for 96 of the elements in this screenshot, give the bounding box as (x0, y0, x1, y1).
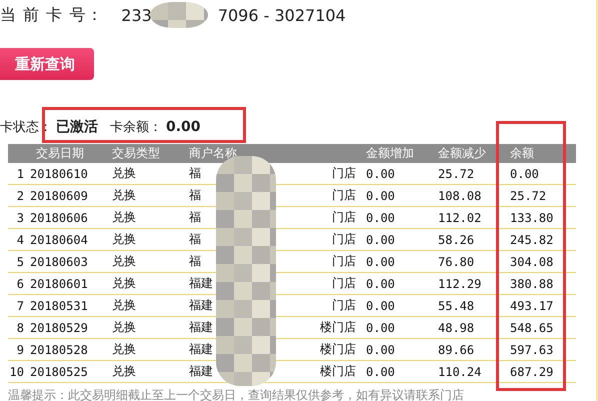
card-number-start: 233 (121, 6, 152, 24)
merchant-cell: 门店 (332, 165, 356, 182)
column-header: 余额 (509, 145, 535, 162)
increase-cell-text: 0.00 (365, 364, 396, 378)
merchant-cell-text: 福 (188, 231, 201, 248)
row-index: 4 (16, 232, 25, 246)
merchant-cell-text: 福建 (188, 341, 213, 358)
decrease-cell-text: 110.24 (437, 364, 482, 378)
increase-cell-text: 0.00 (365, 276, 396, 290)
date-cell-text: 20180610 (30, 166, 89, 180)
date-cell-text: 20180528 (30, 342, 89, 356)
merchant-cell-text: 福 (188, 209, 201, 226)
increase-cell-text: 0.00 (365, 210, 396, 224)
merchant-cell: 楼门店 (320, 363, 356, 380)
merchant-cell: 楼门店 (320, 341, 356, 358)
status-value: 已激活 (56, 118, 98, 136)
type-cell-text: 兑换 (111, 209, 137, 226)
decrease-cell-text: 112.02 (437, 210, 482, 224)
column-header: 商户名称 (188, 145, 238, 162)
date-cell-text: 20180601 (30, 276, 89, 290)
merchant-cell-text: 福 (188, 165, 201, 182)
balance-cell-text: 548.65 (509, 320, 554, 334)
balance-cell-text: 380.88 (509, 276, 554, 290)
row-index: 10 (8, 364, 25, 378)
type-cell-text: 兑换 (111, 363, 137, 380)
card-number-label: 当 前 卡 号： (0, 4, 104, 26)
merchant-cell: 楼门店 (320, 319, 356, 336)
balance-cell-text: 133.80 (509, 210, 554, 224)
decrease-cell-text: 25.72 (437, 166, 476, 180)
status-label: 卡状态： (0, 119, 52, 136)
merchant-cell: 门店 (332, 187, 356, 204)
balance-cell-text: 0.00 (509, 166, 540, 180)
type-cell-text: 兑换 (111, 275, 137, 292)
merchant-cell-text: 福建 (188, 319, 213, 336)
balance-cell-text: 304.08 (509, 254, 554, 268)
increase-cell-text: 0.00 (365, 166, 396, 180)
decrease-cell-text: 76.80 (437, 254, 476, 268)
date-cell-text: 20180531 (30, 298, 89, 312)
date-cell-text: 20180604 (30, 232, 89, 246)
balance-cell-text: 597.63 (509, 342, 554, 356)
balance-cell-text: 687.29 (509, 364, 554, 378)
type-cell-text: 兑换 (111, 187, 137, 204)
increase-cell-text: 0.00 (365, 298, 396, 312)
date-cell-text: 20180609 (30, 188, 89, 202)
date-cell-text: 20180529 (30, 320, 89, 334)
increase-cell-text: 0.00 (365, 232, 396, 246)
increase-cell-text: 0.00 (365, 188, 396, 202)
card-number-end: 7096 - 3027104 (218, 6, 346, 24)
balance-cell-text: 245.82 (509, 232, 554, 246)
balance-cell-text: 493.17 (509, 298, 554, 312)
column-header: 金额增加 (365, 145, 415, 162)
balance-value: 0.00 (166, 119, 201, 135)
type-cell-text: 兑换 (111, 165, 137, 182)
increase-cell-text: 0.00 (365, 320, 396, 334)
row-index: 5 (16, 254, 25, 268)
decrease-cell-text: 108.08 (437, 188, 482, 202)
column-header: 交易类型 (111, 145, 161, 162)
merchant-cell-text: 福 (188, 253, 201, 270)
type-cell-text: 兑换 (111, 253, 137, 270)
requery-button[interactable]: 重新查询 (0, 48, 94, 80)
row-index: 8 (16, 320, 25, 334)
row-index: 7 (16, 298, 25, 312)
merchant-cell: 门店 (332, 231, 356, 248)
type-cell-text: 兑换 (111, 297, 137, 314)
merchant-cell-text: 福建 (188, 363, 213, 380)
decrease-cell-text: 58.26 (437, 232, 476, 246)
decrease-cell-text: 89.66 (437, 342, 476, 356)
merchant-cell: 门店 (332, 297, 356, 314)
row-index: 2 (16, 188, 25, 202)
merchant-cell-text: 福建 (188, 275, 213, 292)
column-header: 交易日期 (35, 145, 85, 162)
merchant-cell-text: 福 (188, 187, 201, 204)
increase-cell-text: 0.00 (365, 342, 396, 356)
decrease-cell-text: 48.98 (437, 320, 476, 334)
row-index: 1 (16, 166, 25, 180)
row-index: 9 (16, 342, 25, 356)
date-cell-text: 20180606 (30, 210, 89, 224)
row-index: 3 (16, 210, 25, 224)
type-cell-text: 兑换 (111, 231, 137, 248)
merchant-cell: 门店 (332, 275, 356, 292)
type-cell-text: 兑换 (111, 341, 137, 358)
decrease-cell-text: 112.29 (437, 276, 482, 290)
row-index: 6 (16, 276, 25, 290)
balance-cell-text: 25.72 (509, 188, 548, 202)
balance-label: 卡余额： (110, 119, 162, 136)
increase-cell-text: 0.00 (365, 254, 396, 268)
merchant-cell: 门店 (332, 209, 356, 226)
merchant-cell-text: 福建 (188, 297, 213, 314)
date-cell-text: 20180525 (30, 364, 89, 378)
column-header: 金额减少 (437, 145, 487, 162)
notice-text: 温馨提示：此交易明细截止至上一个交易日，查询结果仅供参考，如有异议请联系门店 (8, 387, 465, 401)
decrease-cell-text: 55.48 (437, 298, 476, 312)
date-cell-text: 20180603 (30, 254, 89, 268)
pixelated-patch (150, 2, 208, 28)
type-cell-text: 兑换 (111, 319, 137, 336)
merchant-cell: 门店 (332, 253, 356, 270)
